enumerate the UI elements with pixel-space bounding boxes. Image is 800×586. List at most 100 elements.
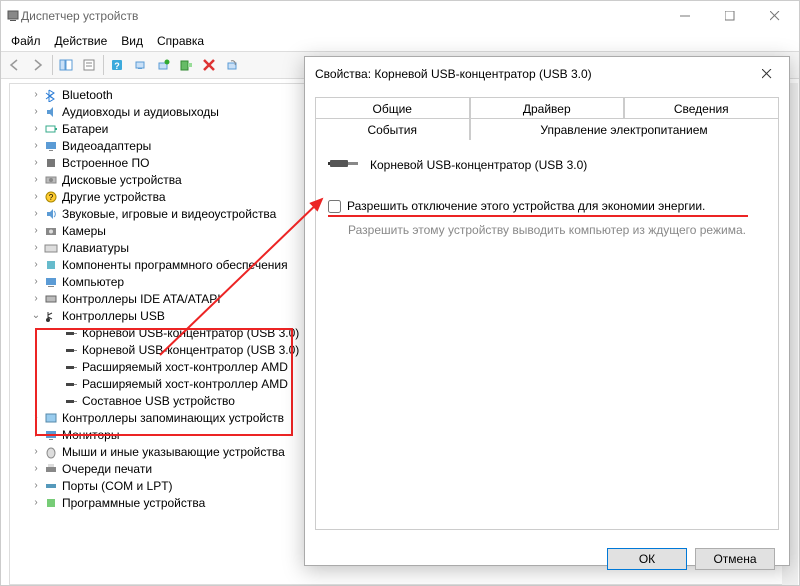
tree-item-label: Очереди печати: [62, 462, 152, 476]
tree-item-label: Встроенное ПО: [62, 156, 149, 170]
expand-icon[interactable]: ›: [30, 157, 42, 168]
tab-container: Общие Драйвер Сведения События Управлени…: [315, 97, 779, 530]
menubar: Файл Действие Вид Справка: [1, 31, 799, 51]
software-icon: [43, 257, 59, 273]
dialog-title: Свойства: Корневой USB-концентратор (USB…: [315, 67, 747, 81]
svg-text:?: ?: [114, 61, 120, 71]
cancel-button[interactable]: Отмена: [695, 548, 775, 570]
tree-item-label: Дисковые устройства: [62, 173, 182, 187]
printer-icon: [43, 461, 59, 477]
usb-hub-icon: [328, 152, 360, 177]
menu-view[interactable]: Вид: [115, 32, 149, 50]
usbchild-icon: [63, 325, 79, 341]
monitor-icon: [43, 427, 59, 443]
expand-icon[interactable]: ›: [30, 463, 42, 474]
battery-icon: [43, 121, 59, 137]
expand-icon[interactable]: ›: [30, 106, 42, 117]
tree-item-label: Камеры: [62, 224, 106, 238]
expand-icon[interactable]: ›: [30, 446, 42, 457]
dialog-close-button[interactable]: [747, 60, 787, 88]
bluetooth-icon: [43, 87, 59, 103]
expand-icon[interactable]: ›: [30, 497, 42, 508]
tab-events[interactable]: События: [315, 118, 470, 140]
tree-item-label: Расширяемый хост-контроллер AMD: [82, 360, 288, 374]
allow-power-off-label[interactable]: Разрешить отключение этого устройства дл…: [347, 199, 705, 213]
update-driver-button[interactable]: [152, 54, 174, 76]
expand-icon[interactable]: ⌄: [30, 310, 42, 321]
properties-button[interactable]: [78, 54, 100, 76]
expand-icon[interactable]: ›: [30, 208, 42, 219]
softdev-icon: [43, 495, 59, 511]
expand-icon[interactable]: ›: [30, 259, 42, 270]
menu-file[interactable]: Файл: [5, 32, 47, 50]
disk-icon: [43, 172, 59, 188]
tree-item-label: Корневой USB-концентратор (USB 3.0): [82, 343, 299, 357]
expand-icon[interactable]: ›: [30, 242, 42, 253]
computer-icon: [43, 274, 59, 290]
menu-action[interactable]: Действие: [49, 32, 114, 50]
usbchild-icon: [63, 393, 79, 409]
tree-item-label: Мыши и иные указывающие устройства: [62, 445, 285, 459]
tree-item-label: Составное USB устройство: [82, 394, 235, 408]
show-hide-tree-button[interactable]: [55, 54, 77, 76]
app-icon: [7, 8, 21, 25]
svg-text:?: ?: [49, 193, 54, 202]
help-button[interactable]: ?: [106, 54, 128, 76]
camera-icon: [43, 223, 59, 239]
dialog-titlebar: Свойства: Корневой USB-концентратор (USB…: [305, 57, 789, 91]
add-legacy-button[interactable]: [175, 54, 197, 76]
expand-icon[interactable]: ›: [30, 480, 42, 491]
expand-icon[interactable]: ›: [30, 140, 42, 151]
tree-item-label: Контроллеры запоминающих устройств: [62, 411, 284, 425]
tree-item-label: Батареи: [62, 122, 108, 136]
properties-dialog: Свойства: Корневой USB-концентратор (USB…: [304, 56, 790, 566]
window-title: Диспетчер устройств: [21, 9, 662, 23]
maximize-button[interactable]: [707, 2, 752, 30]
expand-icon[interactable]: ›: [30, 429, 42, 440]
usb-icon: [43, 308, 59, 324]
expand-icon[interactable]: ›: [30, 123, 42, 134]
tree-item-label: Аудиовходы и аудиовыходы: [62, 105, 219, 119]
expand-icon[interactable]: ›: [30, 293, 42, 304]
nav-back-button[interactable]: [4, 54, 26, 76]
disable-button[interactable]: [221, 54, 243, 76]
tab-general[interactable]: Общие: [315, 97, 470, 119]
usbchild-icon: [63, 342, 79, 358]
tree-item-label: Компьютер: [62, 275, 124, 289]
display-icon: [43, 138, 59, 154]
other-icon: ?: [43, 189, 59, 205]
nav-forward-button[interactable]: [27, 54, 49, 76]
tree-item-label: Расширяемый хост-контроллер AMD: [82, 377, 288, 391]
sound-icon: [43, 206, 59, 222]
tree-item-label: Другие устройства: [62, 190, 166, 204]
close-button[interactable]: [752, 2, 797, 30]
allow-wake-label: Разрешить этому устройству выводить комп…: [328, 217, 766, 239]
menu-help[interactable]: Справка: [151, 32, 210, 50]
expand-icon[interactable]: ›: [30, 276, 42, 287]
titlebar: Диспетчер устройств: [1, 1, 799, 31]
expand-icon[interactable]: ›: [30, 174, 42, 185]
tree-item-label: Видеоадаптеры: [62, 139, 151, 153]
minimize-button[interactable]: [662, 2, 707, 30]
tree-item-label: Порты (COM и LPT): [62, 479, 173, 493]
expand-icon[interactable]: ›: [30, 225, 42, 236]
tree-item-label: Программные устройства: [62, 496, 205, 510]
audio-icon: [43, 104, 59, 120]
expand-icon[interactable]: ›: [30, 191, 42, 202]
tab-driver[interactable]: Драйвер: [470, 97, 625, 119]
scan-hardware-button[interactable]: [129, 54, 151, 76]
tab-details[interactable]: Сведения: [624, 97, 779, 119]
tree-item-label: Компоненты программного обеспечения: [62, 258, 288, 272]
allow-power-off-checkbox[interactable]: [328, 200, 341, 213]
tab-power-management[interactable]: Управление электропитанием: [470, 118, 779, 140]
expand-icon[interactable]: ›: [30, 412, 42, 423]
tree-item-label: Контроллеры IDE ATA/ATAPI: [62, 292, 221, 306]
tab-panel-power: Корневой USB-концентратор (USB 3.0) Разр…: [315, 140, 779, 530]
mouse-icon: [43, 444, 59, 460]
expand-icon[interactable]: ›: [30, 89, 42, 100]
ok-button[interactable]: ОК: [607, 548, 687, 570]
device-name-label: Корневой USB-концентратор (USB 3.0): [370, 158, 587, 172]
keyboard-icon: [43, 240, 59, 256]
uninstall-button[interactable]: [198, 54, 220, 76]
usbchild-icon: [63, 359, 79, 375]
